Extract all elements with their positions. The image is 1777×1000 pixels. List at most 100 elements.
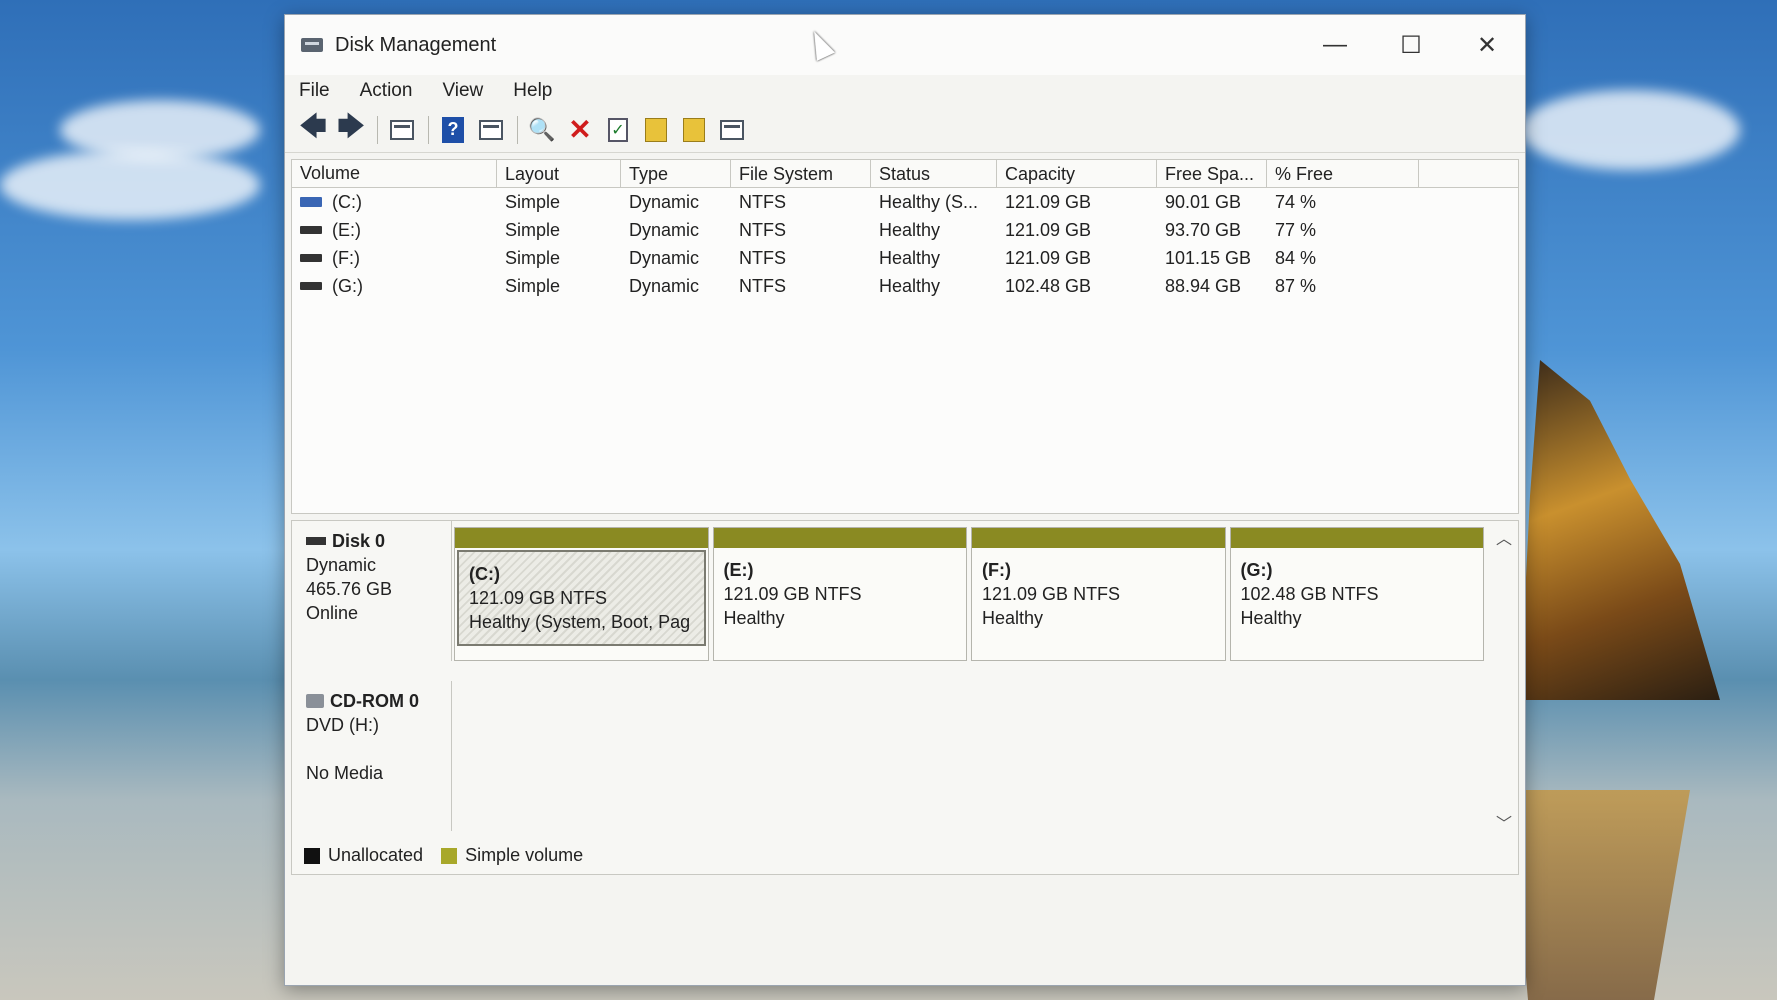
column-file-system[interactable]: File System <box>731 160 871 187</box>
partition-e[interactable]: (E:) 121.09 GB NTFS Healthy <box>712 527 967 661</box>
cell-percent-free: 77 % <box>1275 219 1317 240</box>
maximize-button[interactable]: ☐ <box>1373 15 1449 75</box>
partition-status: Healthy (System, Boot, Pag <box>469 612 691 632</box>
partition-f-bar <box>972 528 1225 548</box>
partition-name: (E:) <box>723 560 754 580</box>
title-bar[interactable]: Disk Management — ☐ ✕ <box>285 15 1525 75</box>
close-button[interactable]: ✕ <box>1449 15 1525 75</box>
cell-type: Dynamic <box>629 219 700 240</box>
volume-name: (F:) <box>332 247 360 268</box>
partition-c-bar <box>455 528 708 548</box>
partition-name: (G:) <box>1240 560 1273 580</box>
column-percent-free[interactable]: % Free <box>1267 160 1419 187</box>
folder-up-icon <box>645 117 667 142</box>
column-layout[interactable]: Layout <box>497 160 621 187</box>
properties-button[interactable] <box>473 114 509 146</box>
partition-g-body: (G:) 102.48 GB NTFS Healthy <box>1231 548 1484 640</box>
cell-type: Dynamic <box>629 247 700 268</box>
background-rock <box>1520 360 1720 700</box>
partition-f[interactable]: (F:) 121.09 GB NTFS Healthy <box>971 527 1226 661</box>
cell-volume: (C:) <box>292 192 497 213</box>
table-row[interactable]: (C:) Simple Dynamic NTFS Healthy (S... 1… <box>292 188 1518 216</box>
connect-icon: 🔍 <box>528 116 556 142</box>
forward-button[interactable]: 🡆 <box>333 111 369 146</box>
disk-0-name: Disk 0 <box>332 531 386 551</box>
delete-button[interactable]: ✕ <box>562 114 598 146</box>
settings-button[interactable] <box>714 114 750 146</box>
partition-f-body: (F:) 121.09 GB NTFS Healthy <box>972 548 1225 640</box>
unallocated-swatch <box>304 847 320 864</box>
disk-management-icon <box>299 34 325 56</box>
column-free-space[interactable]: Free Spa... <box>1157 160 1267 187</box>
column-type[interactable]: Type <box>621 160 731 187</box>
cell-percent-free: 74 % <box>1275 191 1317 212</box>
cell-volume: (F:) <box>292 248 497 269</box>
partition-size: 121.09 GB NTFS <box>723 584 862 604</box>
scroll-up-arrow[interactable]: ︿ <box>1496 525 1512 549</box>
disk-0-size: 465.76 GB <box>306 579 393 599</box>
check-icon: ✓ <box>608 117 628 142</box>
cell-layout: Simple <box>505 219 561 240</box>
cell-file-system: NTFS <box>739 219 786 240</box>
cell-status: Healthy <box>879 219 941 240</box>
volume-name: (E:) <box>332 219 361 240</box>
menu-file[interactable]: File <box>297 78 332 104</box>
disk-0-row: Disk 0 Dynamic 465.76 GB Online (C:) 121… <box>292 521 1488 661</box>
cdrom-0-label[interactable]: CD-ROM 0 DVD (H:) No Media <box>292 681 452 831</box>
disk-0-label[interactable]: Disk 0 Dynamic 465.76 GB Online <box>292 521 452 661</box>
partition-e-bar <box>713 528 966 548</box>
partition-c[interactable]: (C:) 121.09 GB NTFS Healthy (System, Boo… <box>454 527 709 661</box>
cdrom-0-media: No Media <box>306 763 384 783</box>
partition-size: 102.48 GB NTFS <box>1240 584 1379 604</box>
cdrom-0-name: CD-ROM 0 <box>330 691 419 711</box>
simple-volume-swatch <box>441 847 458 864</box>
disk-0-partitions: (C:) 121.09 GB NTFS Healthy (System, Boo… <box>452 521 1488 661</box>
open-folder-button[interactable] <box>638 114 674 146</box>
toolbar: 🡄 🡆 ? 🔍 ✕ ✓ <box>285 107 1525 153</box>
cell-layout: Simple <box>505 247 561 268</box>
minimize-button[interactable]: — <box>1297 15 1373 75</box>
menu-action[interactable]: Action <box>358 78 415 104</box>
legend-simple-volume: Simple volume <box>441 845 583 866</box>
cell-status: Healthy <box>879 275 941 296</box>
cell-volume: (G:) <box>292 276 497 297</box>
column-status[interactable]: Status <box>871 160 997 187</box>
partition-e-body: (E:) 121.09 GB NTFS Healthy <box>714 548 967 640</box>
properties-icon <box>479 119 503 140</box>
scroll-down-arrow[interactable]: ﹀ <box>1496 810 1512 834</box>
partition-size: 121.09 GB NTFS <box>982 584 1121 604</box>
connect-button[interactable]: 🔍 <box>524 114 560 146</box>
partition-name: (F:) <box>982 560 1011 580</box>
show-hide-console-tree-button[interactable] <box>384 114 420 146</box>
partition-size: 121.09 GB NTFS <box>469 588 608 608</box>
table-row[interactable]: (G:) Simple Dynamic NTFS Healthy 102.48 … <box>292 272 1518 300</box>
menu-bar: File Action View Help <box>285 75 1525 107</box>
check-button[interactable]: ✓ <box>600 114 636 146</box>
cell-free-space: 93.70 GB <box>1165 219 1242 240</box>
help-icon: ? <box>442 116 464 143</box>
partition-g-bar <box>1230 528 1483 548</box>
explore-button[interactable] <box>676 114 712 146</box>
drive-icon <box>300 282 322 290</box>
help-button[interactable]: ? <box>435 114 471 146</box>
cell-free-space: 101.15 GB <box>1165 247 1252 268</box>
menu-help[interactable]: Help <box>511 78 554 104</box>
back-button[interactable]: 🡄 <box>295 111 331 146</box>
disk-0-state: Online <box>306 603 359 623</box>
column-capacity[interactable]: Capacity <box>997 160 1157 187</box>
cell-percent-free: 84 % <box>1275 247 1317 268</box>
menu-view[interactable]: View <box>440 78 485 104</box>
cd-drive-icon <box>306 694 324 708</box>
cell-file-system: NTFS <box>739 247 786 268</box>
partition-g[interactable]: (G:) 102.48 GB NTFS Healthy <box>1229 527 1484 661</box>
toolbar-separator <box>377 115 378 144</box>
disk-0-title: Disk 0 <box>306 529 437 553</box>
column-volume[interactable]: Volume <box>292 160 497 187</box>
partition-name: (C:) <box>469 564 500 584</box>
cell-file-system: NTFS <box>739 275 786 296</box>
cell-capacity: 102.48 GB <box>1005 275 1092 296</box>
cdrom-0-row: CD-ROM 0 DVD (H:) No Media <box>292 681 1488 831</box>
table-row[interactable]: (E:) Simple Dynamic NTFS Healthy 121.09 … <box>292 216 1518 244</box>
table-row[interactable]: (F:) Simple Dynamic NTFS Healthy 121.09 … <box>292 244 1518 272</box>
